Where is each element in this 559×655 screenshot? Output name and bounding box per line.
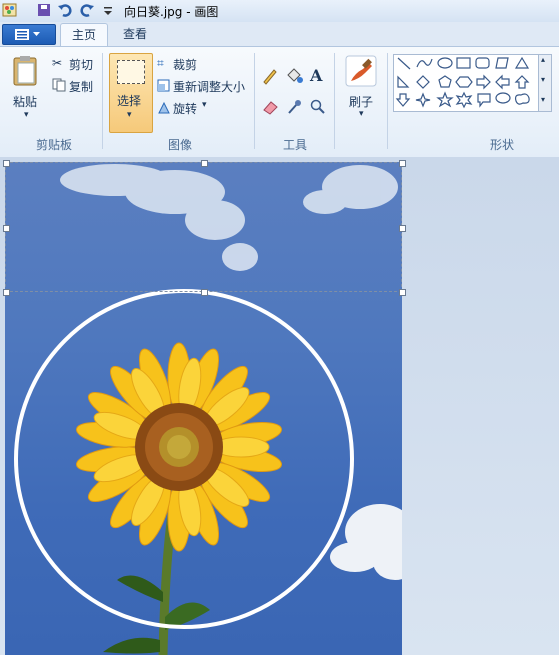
- divider: [102, 53, 103, 149]
- menu-icon: [15, 29, 40, 40]
- brushes-button[interactable]: 刷子: [349, 93, 373, 110]
- six-point-star-shape-icon: [455, 91, 473, 109]
- shapes-group-label: 形状: [489, 138, 514, 152]
- window-title: 向日葵.jpg - 画图: [124, 5, 219, 19]
- select-button[interactable]: 选择 ▾: [109, 53, 153, 133]
- rotate-icon: [158, 101, 170, 114]
- paste-icon[interactable]: [12, 55, 40, 87]
- text-icon[interactable]: A: [310, 66, 322, 85]
- image-group-label: 图像: [167, 138, 192, 152]
- cloud-callout-shape-icon: [514, 93, 530, 105]
- down-arrow-shape-icon: [395, 93, 411, 107]
- diamond-shape-icon: [416, 75, 430, 89]
- magnifier-icon[interactable]: [310, 99, 326, 115]
- rectangle-shape-icon: [456, 57, 471, 69]
- polygon-shape-icon: [495, 57, 509, 69]
- leaf: [117, 575, 163, 602]
- selection-handle[interactable]: [3, 160, 10, 167]
- select-label: 选择: [117, 94, 142, 108]
- cut-button[interactable]: 剪切: [69, 56, 93, 73]
- hexagon-shape-icon: [455, 76, 473, 88]
- gallery-expand-icon[interactable]: ▾: [541, 95, 545, 104]
- ribbon: 粘贴 ▾ ✂ 剪切 复制 剪贴板 选择 ▾ ⌗ 裁剪 重新调整大小 旋转 ▾ 图…: [0, 46, 559, 158]
- pencil-icon[interactable]: [261, 67, 279, 85]
- brush-icon[interactable]: [345, 55, 377, 87]
- scroll-up-icon[interactable]: ▴: [541, 55, 545, 64]
- rect-callout-shape-icon: [477, 93, 491, 108]
- rotate-dropdown-icon[interactable]: ▾: [202, 100, 207, 110]
- redo-icon[interactable]: [79, 2, 95, 18]
- select-dropdown-icon: ▾: [127, 110, 132, 120]
- selection-handle[interactable]: [399, 289, 406, 296]
- sunflower-petals: [76, 342, 282, 552]
- shapes-gallery[interactable]: [393, 54, 539, 112]
- triangle-shape-icon: [514, 56, 530, 69]
- pentagon-shape-icon: [438, 75, 452, 88]
- selection-handle[interactable]: [3, 289, 10, 296]
- rounded-rect-shape-icon: [475, 57, 490, 69]
- shapes-scrollbar[interactable]: ▴ ▾ ▾: [538, 54, 552, 112]
- copy-icon: [52, 78, 66, 92]
- line-shape-icon: [397, 57, 411, 70]
- copy-button[interactable]: 复制: [69, 78, 93, 95]
- up-arrow-shape-icon: [514, 75, 530, 89]
- crop-button[interactable]: 裁剪: [173, 56, 197, 73]
- five-point-star-shape-icon: [436, 91, 454, 108]
- undo-icon[interactable]: [57, 2, 73, 18]
- color-picker-icon[interactable]: [286, 99, 302, 115]
- curve-shape-icon: [416, 58, 433, 68]
- selection-handle[interactable]: [3, 225, 10, 232]
- resize-button[interactable]: 重新调整大小: [173, 78, 245, 95]
- clipboard-group-label: 剪贴板: [35, 138, 72, 152]
- leaf: [103, 637, 160, 654]
- selection-handle[interactable]: [399, 160, 406, 167]
- selection-handle[interactable]: [399, 225, 406, 232]
- divider: [254, 53, 255, 149]
- selection-handle[interactable]: [201, 160, 208, 167]
- brushes-dropdown-icon[interactable]: ▾: [359, 109, 364, 119]
- save-icon[interactable]: [36, 2, 52, 18]
- divider: [387, 53, 388, 149]
- right-arrow-shape-icon: [476, 74, 491, 90]
- left-arrow-shape-icon: [495, 74, 510, 90]
- cut-icon: ✂: [52, 56, 63, 70]
- resize-icon: [157, 79, 170, 92]
- selection-rectangle[interactable]: [5, 162, 402, 292]
- scroll-down-icon[interactable]: ▾: [541, 75, 545, 84]
- divider: [334, 53, 335, 149]
- crop-icon: ⌗: [157, 56, 164, 70]
- title-bar: 向日葵.jpg - 画图: [0, 0, 559, 23]
- right-triangle-shape-icon: [397, 75, 410, 88]
- oval-shape-icon: [437, 57, 453, 69]
- four-point-star-shape-icon: [415, 92, 431, 108]
- select-icon: [117, 60, 145, 84]
- tab-home[interactable]: 主页: [60, 23, 108, 46]
- tools-group-label: 工具: [282, 138, 307, 152]
- fill-icon[interactable]: [284, 67, 304, 85]
- paste-button[interactable]: 粘贴: [13, 93, 37, 110]
- paint-app-icon[interactable]: [2, 2, 18, 18]
- ribbon-tabs: 主页 查看: [0, 22, 559, 46]
- rotate-button[interactable]: 旋转: [173, 100, 197, 117]
- paste-dropdown-icon[interactable]: ▾: [24, 110, 29, 120]
- selection-handle[interactable]: [201, 289, 208, 296]
- eraser-icon[interactable]: [261, 99, 279, 115]
- tab-view[interactable]: 查看: [113, 23, 157, 45]
- file-menu-button[interactable]: [2, 24, 56, 45]
- customize-toolbar-icon[interactable]: [100, 2, 116, 18]
- oval-callout-shape-icon: [495, 92, 511, 104]
